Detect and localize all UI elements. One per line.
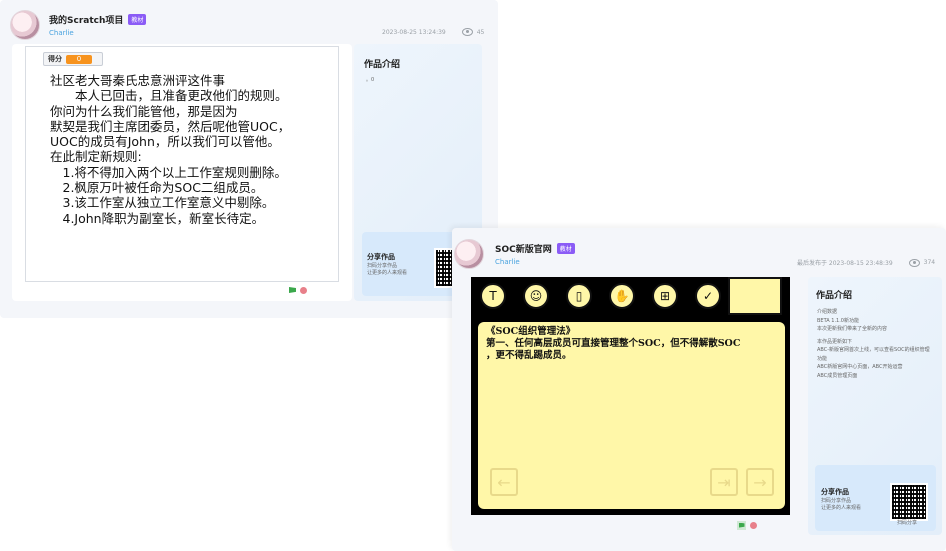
notice-text: 《SOC组织管理法》 第一、任何高层成员可直接管理整个SOC，但不得解散SOC … xyxy=(486,326,776,362)
prev-arrow-icon[interactable]: ← xyxy=(490,468,518,496)
eye-icon xyxy=(908,258,920,267)
stop-icon[interactable] xyxy=(750,522,757,529)
project-stage[interactable]: 得分 0 社区老大哥秦氏忠意洲评这件事 本人已回击，且准备更改他们的规则。 你问… xyxy=(12,44,352,301)
intro-text: 介绍数据 BETA 1.1.0新功能 本次更新我们带来了全新的内容 本作品更新如… xyxy=(817,308,937,380)
project-badge: 教材 xyxy=(128,14,147,25)
view-count: 45 xyxy=(476,28,485,36)
green-flag-button[interactable] xyxy=(737,521,746,530)
text-line: 在此制定新规则: xyxy=(50,149,142,165)
document-icon[interactable]: ▯ xyxy=(566,283,592,309)
stage-controls xyxy=(289,287,307,294)
intro-title: 作品介绍 xyxy=(364,60,401,70)
publish-date: 2023-08-25 13:24:39 xyxy=(382,28,446,36)
share-title: 分享作品 xyxy=(821,488,849,496)
publish-date: 最后发布于 2023-08-15 23:48:39 xyxy=(797,260,893,267)
intro-text: 。0 xyxy=(366,77,375,83)
text-line: 4.John降职为副室长，新室长待定。 xyxy=(50,210,265,226)
share-panel: 分享作品 扫码分享作品 让更多的人来观看 扫码分享 xyxy=(815,465,936,531)
author-link[interactable]: Charlie xyxy=(49,29,146,37)
share-more: 扫码分享 xyxy=(897,520,918,526)
notice-line: 第一、任何高层成员可直接管理整个SOC，但不得解散SOC xyxy=(486,338,741,349)
intro-title: 作品介绍 xyxy=(816,291,853,301)
text-line: 3.该工作室从独立工作室意义中剔除。 xyxy=(50,195,275,211)
text-line: 默契是我们主席团委员，然后呢他管UOC， xyxy=(50,118,291,134)
share-line: 扫码分享作品 xyxy=(821,498,852,504)
share-subtitle: 扫码分享作品 让更多的人来观看 xyxy=(367,263,407,277)
green-flag-icon[interactable] xyxy=(289,287,296,293)
project-stage[interactable]: T ☺ ▯ ✋ ⊞ ✓ 《SOC组织管理法》 第一、任何高层成员可直接管理整个S… xyxy=(471,277,790,515)
avatar[interactable] xyxy=(454,239,484,269)
intro-line: ABC-新版官网首次上线，可以查看SOC的组织管理 xyxy=(817,347,930,353)
text-line: 1.将不得加入两个以上工作室规则删除。 xyxy=(50,164,287,180)
text-line: UOC的成员有John，所以我们可以管他。 xyxy=(50,134,280,150)
avatar[interactable] xyxy=(10,10,40,40)
share-title: 分享作品 xyxy=(367,253,395,261)
score-label: 得分 xyxy=(48,55,62,63)
notice-paper: 《SOC组织管理法》 第一、任何高层成员可直接管理整个SOC，但不得解散SOC … xyxy=(478,322,785,509)
share-subtitle: 扫码分享作品 让更多的人来观看 xyxy=(821,498,861,512)
user-icon[interactable]: ☺ xyxy=(523,283,549,309)
intro-line: ABC成员管理页面 xyxy=(817,372,858,379)
author-link[interactable]: Charlie xyxy=(495,258,575,266)
check-icon[interactable]: ✓ xyxy=(695,283,721,309)
text-line: 本人已回击，且准备更改他们的规则。 xyxy=(50,88,288,104)
intro-line: BETA 1.1.0新功能 xyxy=(817,317,859,324)
stage-text: 社区老大哥秦氏忠意洲评这件事 本人已回击，且准备更改他们的规则。 你问为什么我们… xyxy=(50,73,340,226)
project-meta: 2023-08-25 13:24:39 45 xyxy=(382,28,484,36)
share-line: 扫码分享作品 xyxy=(367,263,398,269)
stage-controls xyxy=(737,521,757,530)
project-header: SOC新版官网 教材 Charlie xyxy=(454,239,575,269)
intro-line: 本作品更新如下 xyxy=(817,338,853,345)
project-title[interactable]: SOC新版官网 xyxy=(495,242,552,255)
share-line: 让更多的人来观看 xyxy=(367,270,408,276)
notice-line: ，更不得乱踢成员。 xyxy=(486,350,572,361)
text-line: 2.枫原万叶被任命为SOC二组成员。 xyxy=(50,180,264,196)
handshake-icon[interactable]: ✋ xyxy=(609,283,635,309)
text-line: 社区老大哥秦氏忠意洲评这件事 xyxy=(50,73,226,88)
intro-line: 功能 xyxy=(817,355,828,362)
intro-panel: 作品介绍 介绍数据 BETA 1.1.0新功能 本次更新我们带来了全新的内容 本… xyxy=(808,277,942,535)
exit-icon[interactable]: ⇥ xyxy=(710,468,738,496)
stage-canvas[interactable]: 得分 0 社区老大哥秦氏忠意洲评这件事 本人已回击，且准备更改他们的规则。 你问… xyxy=(25,46,339,282)
intro-line: ABC新版官网中心页面，ABC开始运营 xyxy=(817,364,903,370)
next-arrow-icon[interactable]: → xyxy=(746,468,774,496)
top-panel[interactable] xyxy=(728,277,782,315)
tool-icon[interactable]: T xyxy=(480,283,506,309)
card-icon[interactable]: ⊞ xyxy=(652,283,678,309)
text-line: 你问为什么我们能管他，那是因为 xyxy=(50,103,238,119)
qr-code xyxy=(890,483,928,521)
stop-icon[interactable] xyxy=(300,287,307,294)
view-count: 374 xyxy=(923,259,936,266)
share-line: 让更多的人来观看 xyxy=(821,505,862,511)
project-header: 我的Scratch项目 教材 Charlie xyxy=(10,10,147,40)
score-monitor: 得分 0 xyxy=(43,52,103,66)
score-value: 0 xyxy=(66,54,92,64)
green-flag-icon xyxy=(738,522,745,528)
notice-line: 《SOC组织管理法》 xyxy=(486,326,576,337)
eye-icon xyxy=(461,28,473,36)
intro-line: 介绍数据 xyxy=(817,309,838,315)
project-title[interactable]: 我的Scratch项目 xyxy=(49,13,123,26)
project-badge: 教材 xyxy=(556,243,575,254)
project-card-1: 我的Scratch项目 教材 Charlie 2023-08-25 13:24:… xyxy=(0,0,498,318)
project-meta: 最后发布于 2023-08-15 23:48:39 374 xyxy=(797,258,935,267)
intro-line: 本次更新我们带来了全新的内容 xyxy=(817,326,888,332)
